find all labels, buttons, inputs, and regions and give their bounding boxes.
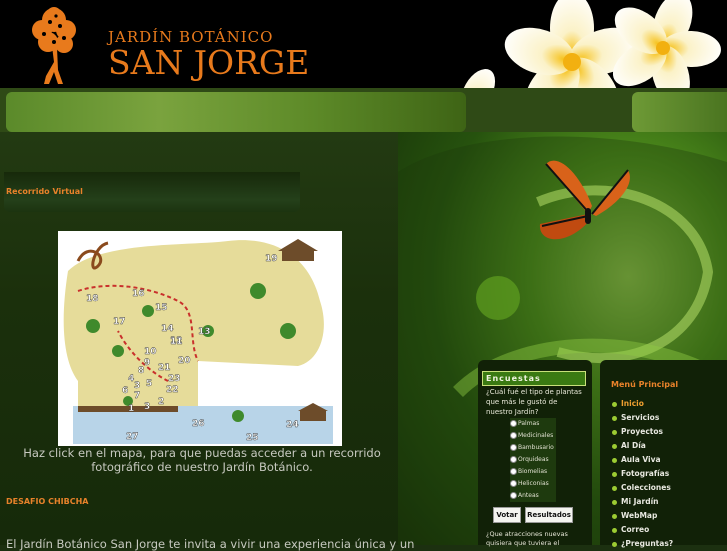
map-point-label: 3 (134, 381, 140, 391)
tree-logo-icon (32, 7, 76, 84)
map-point-label: 17 (113, 317, 126, 327)
bullet-icon (612, 471, 617, 477)
menu-item-colecciones[interactable]: Colecciones (612, 482, 671, 494)
menu-item-label: WebMap (621, 511, 658, 520)
map-point-label: 26 (192, 419, 205, 429)
results-button[interactable]: Resultados (525, 507, 573, 523)
map-point-label: 10 (144, 347, 157, 357)
header-bar: JARDÍN BOTÁNICO SAN JORGE (0, 0, 727, 132)
section-title-desafio: DESAFIO CHIBCHA (6, 497, 89, 506)
map-point-label: 23 (168, 374, 181, 384)
poll-option[interactable]: Orquideas (510, 454, 556, 466)
menu-item-proyectos[interactable]: Proyectos (612, 426, 663, 438)
menu-item-label: Inicio (621, 399, 644, 408)
menu-item-label: Proyectos (621, 427, 663, 436)
menu-item-label: Aula Viva (621, 455, 661, 464)
menu-item-label: Al Día (621, 441, 646, 450)
map-point-label: 5 (146, 379, 152, 389)
menu-item-inicio[interactable]: Inicio (612, 398, 644, 410)
site-logo[interactable]: JARDÍN BOTÁNICO SAN JORGE (24, 4, 309, 86)
menu-item-al-dia[interactable]: Al Día (612, 440, 646, 452)
menu-item-preguntas[interactable]: ¿Preguntas? (612, 538, 673, 550)
bullet-icon (612, 513, 617, 519)
poll-title: Encuestas (482, 371, 586, 386)
bullet-icon (612, 429, 617, 435)
bullet-icon (612, 527, 617, 533)
bullet-icon (612, 401, 617, 407)
map-point-label: 20 (178, 356, 191, 366)
menu-item-aula-viva[interactable]: Aula Viva (612, 454, 661, 466)
menu-item-fotografias[interactable]: Fotografías (612, 468, 669, 480)
garden-map-image: 19 16 15 18 17 14 13 12 10 20 9 21 8 23 … (63, 239, 333, 444)
poll-option-label: Bambusario (518, 444, 554, 451)
map-point-label: 9 (144, 358, 150, 368)
poll-option[interactable]: Anteas (510, 490, 556, 502)
map-point-label: 7 (134, 391, 140, 401)
poll-option-label: Heliconias (518, 480, 549, 487)
bullet-icon (612, 457, 617, 463)
menu-item-label: Fotografías (621, 469, 670, 478)
radio-button[interactable] (510, 420, 517, 427)
menu-item-servicios[interactable]: Servicios (612, 412, 659, 424)
poll-option-label: Biomelias (518, 468, 548, 475)
header-banner (0, 88, 727, 132)
menu-item-label: ¿Preguntas? (621, 539, 674, 548)
menu-item-webmap[interactable]: WebMap (612, 510, 657, 522)
poll-option[interactable]: Heliconias (510, 478, 556, 490)
vote-button[interactable]: Votar (493, 507, 521, 523)
map-point-label: 13 (198, 327, 211, 337)
map-point-label: 22 (166, 385, 179, 395)
map-point-label: 14 (161, 324, 174, 334)
menu-item-mi-jardin[interactable]: Mi Jardín (612, 496, 658, 508)
poll-option-label: Palmas (518, 420, 540, 427)
map-point-label: 24 (286, 420, 299, 430)
map-point-label: 11 (170, 337, 183, 347)
menu-item-label: Correo (621, 525, 650, 534)
menu-item-label: Colecciones (621, 483, 671, 492)
map-point-label: 8 (138, 366, 144, 376)
menu-item-correo[interactable]: Correo (612, 524, 649, 536)
map-point-label: 21 (158, 363, 171, 373)
poll-option-label: Anteas (518, 492, 539, 499)
map-point-label: 19 (265, 254, 278, 264)
map-point-label: 2 (158, 397, 164, 407)
radio-button[interactable] (510, 492, 517, 499)
map-point-label: 16 (132, 289, 145, 299)
bullet-icon (612, 485, 617, 491)
map-point-label: 27 (126, 432, 139, 442)
poll-option[interactable]: Medicinales (510, 430, 556, 442)
desafio-text: El Jardín Botánico San Jorge te invita a… (6, 537, 415, 551)
logo-title-main: SAN JORGE (108, 43, 310, 82)
map-point-label: 15 (155, 303, 168, 313)
menu-item-label: Servicios (621, 413, 660, 422)
map-point-label: 6 (122, 386, 128, 396)
banner-right-panel (632, 92, 727, 132)
menu-title: Menú Principal (611, 380, 679, 389)
bullet-icon (612, 443, 617, 449)
poll-question-2: ¿Que atracciones nuevas quisiera que tuv… (486, 530, 568, 547)
menu-item-label: Mi Jardín (621, 497, 659, 506)
poll-option-label: Orquideas (518, 456, 549, 463)
map-point-label: 3 (144, 402, 150, 412)
radio-button[interactable] (510, 456, 517, 463)
radio-button[interactable] (510, 444, 517, 451)
poll-option[interactable]: Palmas (510, 418, 556, 430)
radio-button[interactable] (510, 432, 517, 439)
poll-option-label: Medicinales (518, 432, 554, 439)
map-point-label: 1 (128, 404, 134, 414)
section-title-recorrido: Recorrido Virtual (6, 187, 83, 196)
radio-button[interactable] (510, 480, 517, 487)
virtual-tour-map[interactable]: 19 16 15 18 17 14 13 12 10 20 9 21 8 23 … (58, 231, 342, 446)
map-point-label: 25 (246, 433, 259, 443)
poll-question: ¿Cuál fué el tipo de plantas que más le … (486, 388, 582, 416)
banner-left-panel (6, 92, 466, 132)
bullet-icon (612, 541, 617, 547)
map-point-label: 18 (86, 294, 99, 304)
bullet-icon (612, 415, 617, 421)
poll-option[interactable]: Biomelias (510, 466, 556, 478)
poll-option[interactable]: Bambusario (510, 442, 556, 454)
bullet-icon (612, 499, 617, 505)
map-caption: Haz click en el mapa, para que puedas ac… (23, 446, 381, 474)
radio-button[interactable] (510, 468, 517, 475)
